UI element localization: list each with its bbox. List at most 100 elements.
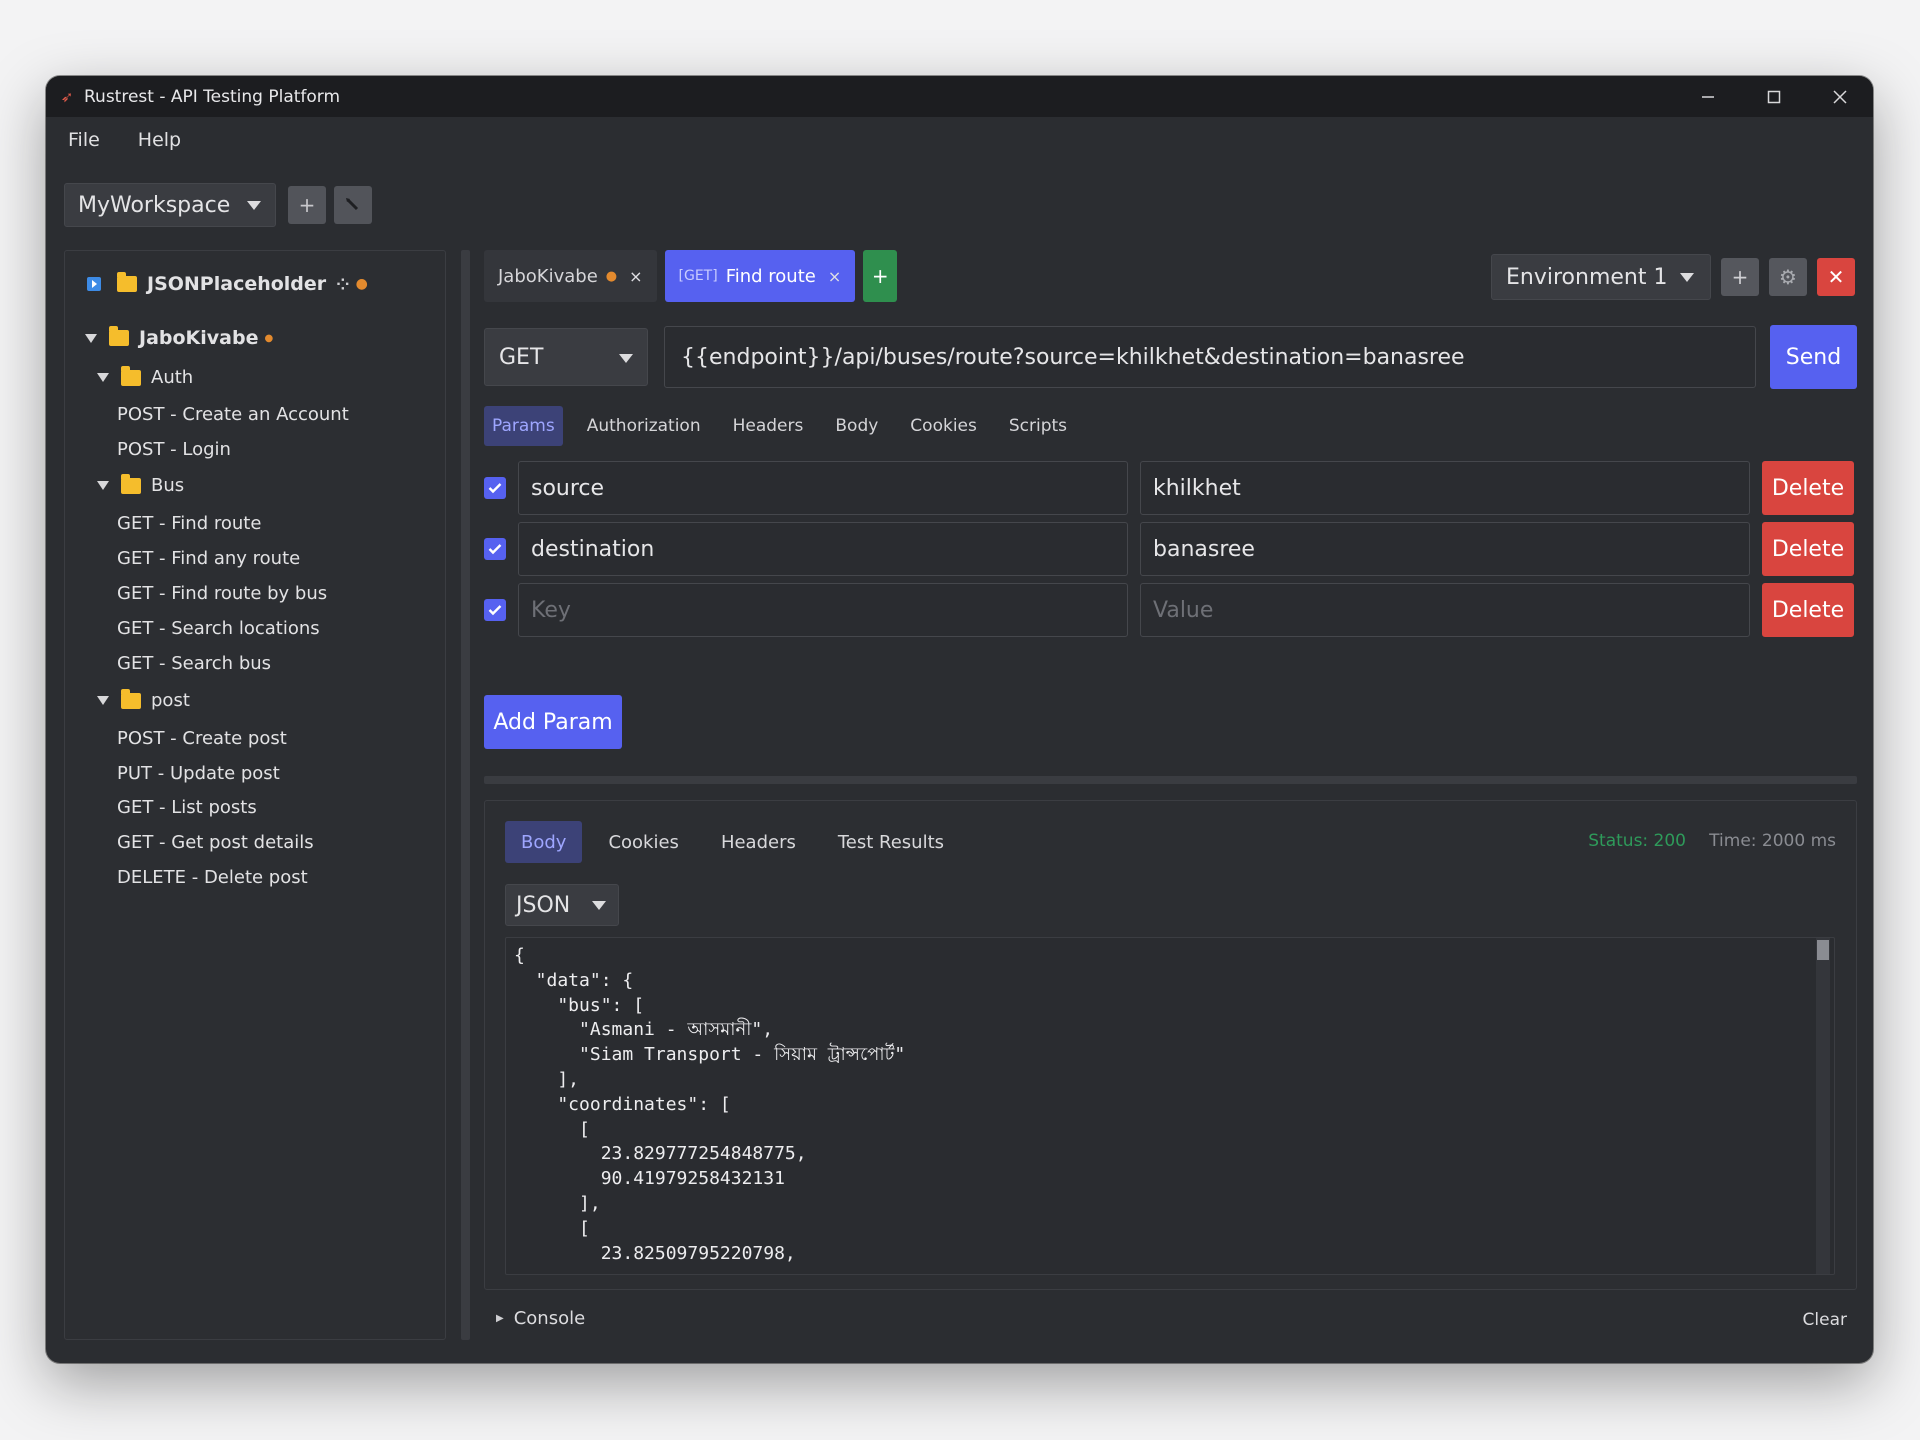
pencil-icon <box>346 198 359 211</box>
gear-icon: ⚙ <box>1779 265 1797 289</box>
param-row: destination banasree Delete <box>484 522 1854 576</box>
param-value-input[interactable]: banasree <box>1140 522 1750 576</box>
folder-icon <box>109 326 129 346</box>
method-select[interactable]: GET <box>484 328 648 386</box>
menu-file[interactable]: File <box>68 129 100 151</box>
tab-jabokivabe[interactable]: JaboKivabe ● × <box>484 250 657 302</box>
folder-bus[interactable]: Bus <box>97 473 184 496</box>
response-tab-body[interactable]: Body <box>505 821 583 863</box>
environment-select-value: Environment 1 <box>1506 264 1668 290</box>
request-item[interactable]: GET - Search locations <box>117 618 320 639</box>
param-key-input[interactable]: destination <box>518 522 1128 576</box>
response-body-viewer[interactable]: { "data": { "bus": [ "Asmani - আসমানী", … <box>505 937 1835 1275</box>
response-format-value: JSON <box>516 892 571 918</box>
play-icon <box>87 277 101 291</box>
close-window-button[interactable] <box>1807 76 1873 117</box>
param-value-input[interactable]: khilkhet <box>1140 461 1750 515</box>
tab-label: JaboKivabe <box>498 265 598 287</box>
folder-label: Auth <box>151 367 194 388</box>
folder-icon <box>121 365 141 386</box>
param-key-input[interactable]: source <box>518 461 1128 515</box>
tab-body[interactable]: Body <box>827 406 886 446</box>
request-item[interactable]: GET - Find any route <box>117 548 300 569</box>
response-format-select[interactable]: JSON <box>505 884 619 926</box>
request-item[interactable]: GET - Get post details <box>117 832 314 853</box>
param-row: source khilkhet Delete <box>484 461 1854 515</box>
clear-console-button[interactable]: Clear <box>1803 1310 1847 1330</box>
tab-authorization[interactable]: Authorization <box>579 406 709 446</box>
triangle-down-icon <box>97 373 109 382</box>
console-toggle[interactable]: ▶ Console <box>496 1308 585 1329</box>
close-tab-icon[interactable]: × <box>629 267 642 286</box>
console-label: Console <box>513 1308 586 1329</box>
tab-method: [GET] <box>678 268 718 284</box>
delete-param-button[interactable]: Delete <box>1762 522 1854 576</box>
folder-label: post <box>151 690 190 711</box>
sidebar-resize-handle[interactable] <box>461 250 470 1340</box>
close-icon <box>1833 89 1847 104</box>
request-item[interactable]: POST - Create an Account <box>117 404 349 425</box>
request-tabs: JaboKivabe ● × [GET] Find route × + <box>484 250 898 302</box>
panel-resize-handle[interactable] <box>484 776 1857 784</box>
environment-settings-button[interactable]: ⚙ <box>1769 258 1807 296</box>
chevron-down-icon <box>247 201 261 210</box>
url-input[interactable]: {{endpoint}}/api/buses/route?source=khil… <box>664 326 1756 388</box>
response-tab-cookies[interactable]: Cookies <box>592 821 694 863</box>
minimize-button[interactable] <box>1675 76 1741 117</box>
maximize-button[interactable] <box>1741 76 1807 117</box>
param-key-input[interactable]: Key <box>518 583 1128 637</box>
tab-find-route[interactable]: [GET] Find route × <box>664 250 856 302</box>
request-item[interactable]: GET - Find route by bus <box>117 583 327 604</box>
request-item[interactable]: GET - Find route <box>117 513 261 534</box>
edit-workspace-button[interactable] <box>334 186 372 224</box>
response-time: Time: 2000 ms <box>1709 831 1836 851</box>
workspace-row: MyWorkspace + <box>64 183 372 227</box>
tab-cookies[interactable]: Cookies <box>902 406 985 446</box>
param-enabled-checkbox[interactable] <box>484 477 506 499</box>
close-tab-icon[interactable]: × <box>828 267 841 286</box>
triangle-down-icon <box>97 696 109 705</box>
tab-params[interactable]: Params <box>484 406 563 446</box>
request-item[interactable]: GET - List posts <box>117 797 257 818</box>
triangle-down-icon <box>85 333 97 343</box>
delete-environment-button[interactable]: ✕ <box>1817 258 1855 296</box>
method-select-value: GET <box>499 344 544 370</box>
request-item[interactable]: PUT - Update post <box>117 763 280 784</box>
collection-jsonplaceholder[interactable]: JSONPlaceholder ⁘ ● <box>87 272 368 295</box>
request-item[interactable]: DELETE - Delete post <box>117 867 308 888</box>
scrollbar-thumb[interactable] <box>1817 940 1829 960</box>
request-item[interactable]: GET - Search bus <box>117 653 271 674</box>
request-item[interactable]: POST - Login <box>117 439 231 460</box>
response-panel: Body Cookies Headers Test Results Status… <box>484 800 1857 1290</box>
menu-help[interactable]: Help <box>138 129 181 151</box>
folder-auth[interactable]: Auth <box>97 365 194 388</box>
environment-controls: Environment 1 + ⚙ ✕ <box>1491 254 1855 300</box>
param-enabled-checkbox[interactable] <box>484 599 506 621</box>
response-tab-headers[interactable]: Headers <box>705 821 812 863</box>
add-param-button[interactable]: Add Param <box>484 695 622 749</box>
chevron-down-icon <box>619 354 633 363</box>
tab-label: Find route <box>725 265 816 287</box>
maximize-icon <box>1767 90 1781 103</box>
tab-scripts[interactable]: Scripts <box>1001 406 1075 446</box>
add-environment-button[interactable]: + <box>1721 258 1759 296</box>
workspace-select[interactable]: MyWorkspace <box>64 183 276 227</box>
delete-param-button[interactable]: Delete <box>1762 583 1854 637</box>
minimize-icon <box>1702 95 1714 98</box>
delete-param-button[interactable]: Delete <box>1762 461 1854 515</box>
folder-post[interactable]: post <box>97 688 190 711</box>
param-value-input[interactable]: Value <box>1140 583 1750 637</box>
folder-icon <box>117 272 137 292</box>
request-item[interactable]: POST - Create post <box>117 728 287 749</box>
environment-select[interactable]: Environment 1 <box>1491 254 1711 300</box>
request-section-tabs: Params Authorization Headers Body Cookie… <box>484 406 1091 446</box>
send-button[interactable]: Send <box>1770 325 1857 389</box>
loading-icon: ⁘ <box>336 274 350 294</box>
tab-headers[interactable]: Headers <box>725 406 812 446</box>
response-tab-test-results[interactable]: Test Results <box>822 821 960 863</box>
add-tab-button[interactable]: + <box>863 250 898 302</box>
project-jabokivabe[interactable]: JaboKivabe ● <box>85 326 273 349</box>
param-enabled-checkbox[interactable] <box>484 538 506 560</box>
response-scrollbar[interactable] <box>1816 938 1830 1274</box>
add-workspace-button[interactable]: + <box>288 186 326 224</box>
